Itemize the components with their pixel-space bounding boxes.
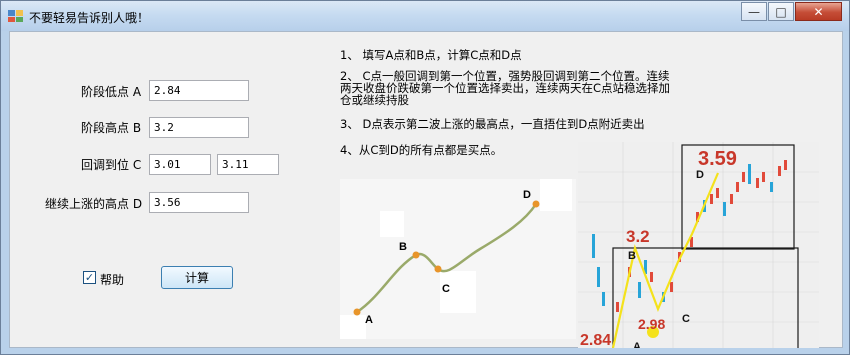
low-point-label: 阶段低点 A — [81, 85, 142, 99]
calculate-button[interactable]: 计算 — [161, 266, 233, 289]
close-icon: ✕ — [813, 4, 824, 19]
value-298: 2.98 — [638, 316, 665, 332]
trend-line — [356, 203, 538, 314]
continue-high-label: 继续上涨的高点 D — [45, 197, 143, 211]
point-b — [412, 251, 420, 259]
client-area: 阶段低点 A 2.84 阶段高点 B 3.2 回调到位 C 3.01 3.11 … — [9, 31, 843, 348]
checkmark-icon: ✓ — [84, 271, 95, 284]
title-bar[interactable]: 不要轻易告诉别人哦！ — □ ✕ — [1, 1, 849, 31]
value-359: 3.59 — [698, 148, 737, 170]
minimize-button[interactable]: — — [741, 2, 767, 21]
point-c — [434, 265, 442, 273]
pullback-input-1[interactable]: 3.01 — [149, 154, 211, 175]
diagram-svg: A B C D — [353, 189, 540, 326]
help-checkbox[interactable]: ✓ — [83, 271, 96, 284]
instruction-4: 4、从C到D的所有点都是买点。 — [340, 143, 503, 157]
photo-label-c: C — [682, 313, 690, 325]
continue-high-input[interactable]: 3.56 — [149, 192, 249, 213]
label-a: A — [365, 314, 373, 326]
photo-label-a: A — [633, 341, 641, 348]
abcd-diagram: A B C D — [340, 179, 576, 339]
high-point-input[interactable]: 3.2 — [149, 117, 249, 138]
low-point-input[interactable]: 2.84 — [149, 80, 249, 101]
maximize-icon: □ — [775, 4, 787, 19]
point-d — [532, 200, 540, 208]
photo-label-d: D — [696, 169, 704, 181]
label-c: C — [442, 283, 450, 295]
point-a — [353, 308, 361, 316]
instruction-1: 1、 填写A点和B点，计算C点和D点 — [340, 48, 522, 62]
value-32: 3.2 — [626, 227, 650, 246]
calculate-button-label: 计算 — [184, 271, 209, 285]
help-label[interactable]: 帮助 — [100, 271, 124, 288]
photo-label-b: B — [628, 250, 636, 262]
pullback-label: 回调到位 C — [81, 158, 142, 172]
label-b: B — [399, 241, 407, 253]
instruction-3: 3、 D点表示第二波上涨的最高点，一直捂住到D点附近卖出 — [340, 117, 645, 131]
stock-chart-svg: 3.59 3.2 2.98 2.84 A B C D — [578, 142, 819, 348]
app-icon — [8, 10, 23, 22]
maximize-button[interactable]: □ — [768, 2, 794, 21]
value-284: 2.84 — [580, 332, 611, 348]
stock-chart-image: 3.59 3.2 2.98 2.84 A B C D — [578, 142, 819, 348]
high-point-label: 阶段高点 B — [81, 121, 142, 135]
window-title: 不要轻易告诉别人哦！ — [29, 11, 150, 25]
main-window: 不要轻易告诉别人哦！ — □ ✕ 阶段低点 A 2.84 阶段高点 B 3.2 … — [0, 0, 850, 355]
pullback-input-2[interactable]: 3.11 — [217, 154, 279, 175]
instruction-2c: 仓或继续持股 — [340, 93, 409, 107]
minimize-icon: — — [748, 4, 760, 19]
close-button[interactable]: ✕ — [795, 2, 842, 21]
label-d: D — [523, 189, 531, 201]
